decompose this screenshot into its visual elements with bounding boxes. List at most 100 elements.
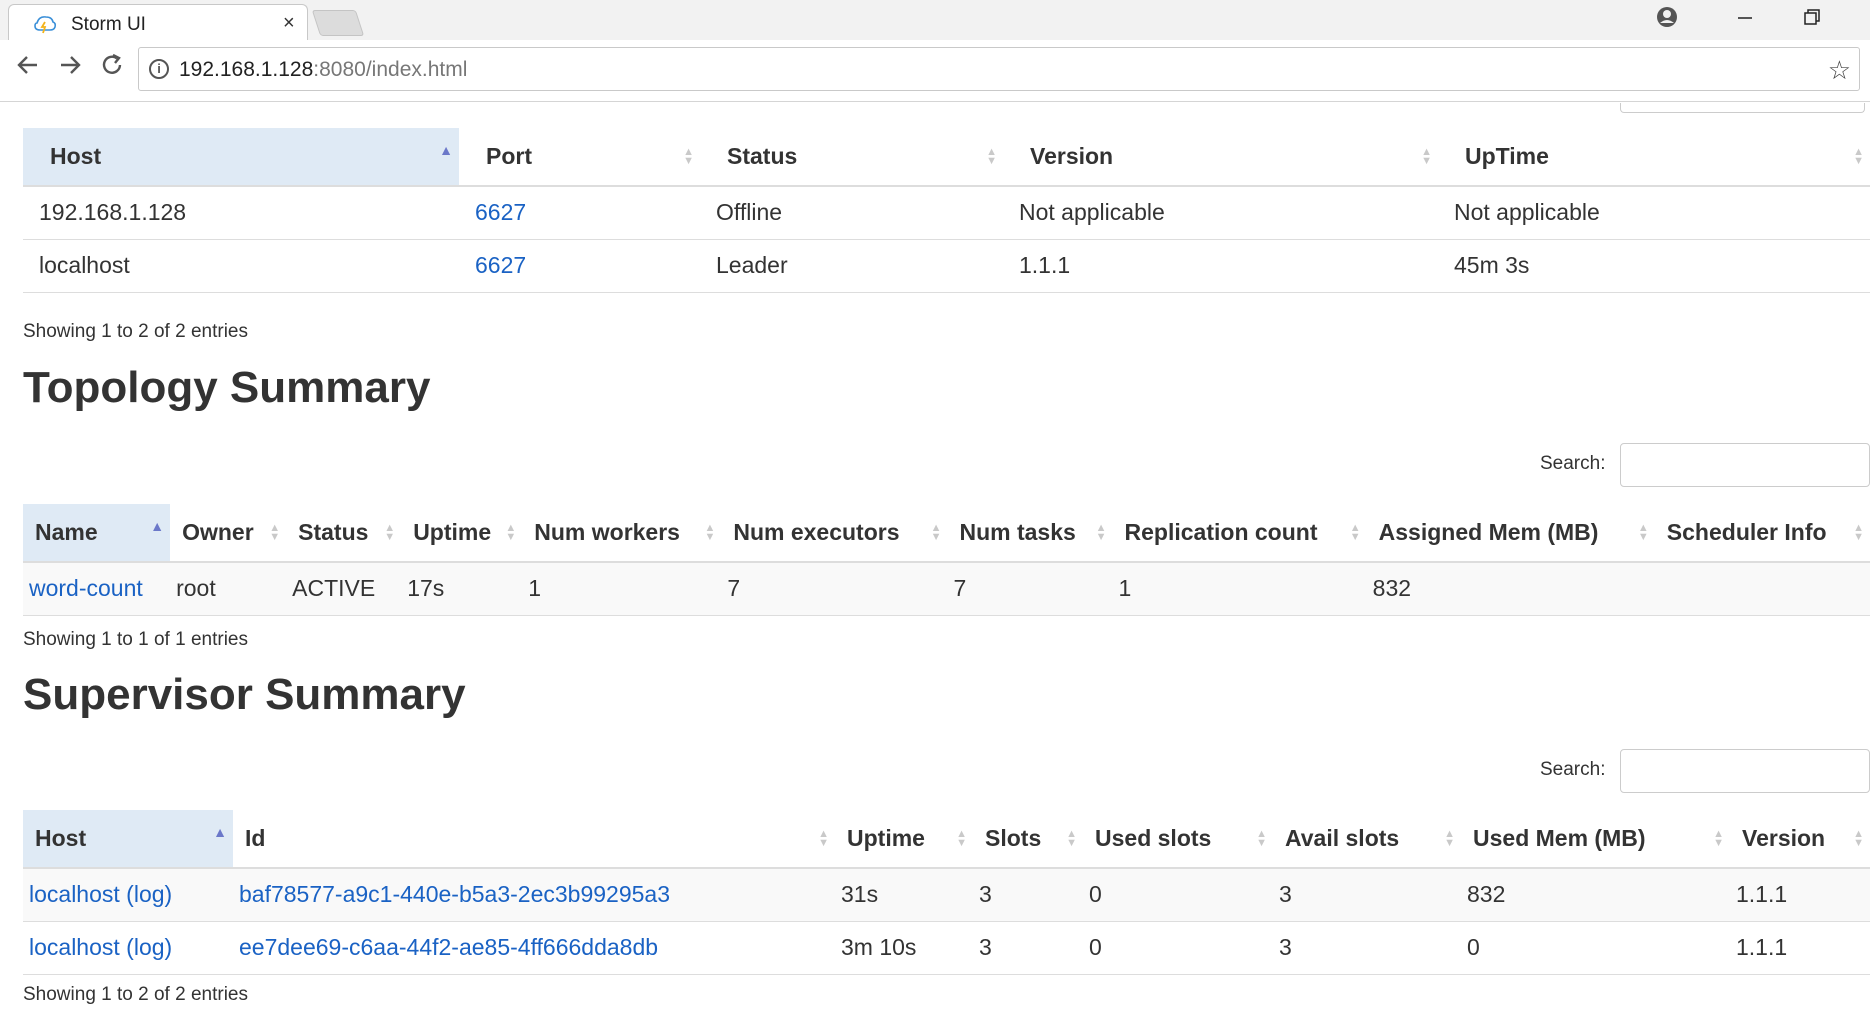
topology-search-input[interactable]	[1620, 443, 1870, 487]
used-slots-cell: 0	[1083, 921, 1273, 975]
supervisor-summary-title: Supervisor Summary	[23, 670, 466, 719]
browser-tabstrip: Storm UI ×	[0, 0, 1870, 41]
column-header-assigned-mem[interactable]: Assigned Mem (MB) ▲ ▼	[1366, 504, 1655, 563]
log-link[interactable]: (log)	[126, 934, 172, 960]
forward-icon[interactable]	[54, 52, 86, 84]
host-cell: localhost	[23, 239, 459, 293]
host-cell: 192.168.1.128	[23, 186, 459, 240]
reload-icon[interactable]	[96, 52, 128, 84]
storm-favicon-icon	[34, 16, 57, 34]
sort-icon: ▲ ▼	[1095, 521, 1107, 543]
sort-icon: ▲ ▼	[683, 145, 694, 167]
sort-icon: ▲ ▼	[269, 521, 281, 543]
supervisor-id-link[interactable]: baf78577-a9c1-440e-b5a3-2ec3b99295a3	[239, 881, 670, 907]
used-mem-cell: 832	[1461, 868, 1730, 922]
column-header-used-mem[interactable]: Used Mem (MB) ▲ ▼	[1461, 810, 1730, 869]
scheduler-info-cell	[1654, 562, 1870, 616]
log-link[interactable]: (log)	[126, 881, 172, 907]
table-row: word-count root ACTIVE 17s 1 7 7 1 832	[23, 562, 1870, 616]
num-executors-cell: 7	[721, 562, 948, 616]
sort-asc-icon: ▲	[150, 518, 165, 534]
nimbus-table-info: Showing 1 to 2 of 2 entries	[23, 321, 248, 342]
sort-asc-icon: ▲	[439, 142, 453, 158]
browser-tab[interactable]: Storm UI ×	[8, 4, 308, 41]
sort-asc-icon: ▲	[213, 824, 227, 840]
site-info-icon[interactable]: i	[149, 59, 169, 79]
column-header-num-tasks[interactable]: Num tasks ▲ ▼	[947, 504, 1113, 563]
replication-count-cell: 1	[1112, 562, 1367, 616]
sort-icon: ▲ ▼	[704, 521, 716, 543]
column-header-status[interactable]: Status ▲ ▼	[286, 504, 402, 563]
table-row: localhost (log) baf78577-a9c1-440e-b5a3-…	[23, 868, 1870, 922]
supervisor-search-input[interactable]	[1620, 749, 1870, 793]
uptime-cell: 45m 3s	[1438, 239, 1870, 293]
uptime-cell: Not applicable	[1438, 186, 1870, 240]
column-header-num-executors[interactable]: Num executors ▲ ▼	[721, 504, 948, 563]
browser-toolbar: i 192.168.1.128:8080/index.html ☆	[0, 40, 1870, 102]
host-link[interactable]: localhost	[29, 881, 120, 907]
sort-icon: ▲ ▼	[1853, 145, 1864, 167]
restore-icon[interactable]	[1797, 6, 1827, 32]
sort-icon: ▲ ▼	[930, 521, 942, 543]
topology-summary-table: Name ▲ Owner ▲ ▼ Status ▲ ▼ Uptime ▲ ▼ Num work…	[23, 504, 1870, 616]
assigned-mem-cell: 832	[1366, 562, 1655, 616]
column-header-uptime[interactable]: Uptime ▲ ▼	[835, 810, 973, 869]
tab-title: Storm UI	[71, 14, 146, 35]
address-bar[interactable]: i 192.168.1.128:8080/index.html ☆	[138, 47, 1860, 91]
column-header-avail-slots[interactable]: Avail slots ▲ ▼	[1273, 810, 1461, 869]
column-header-replication-count[interactable]: Replication count ▲ ▼	[1112, 504, 1367, 563]
new-tab-button[interactable]	[311, 10, 365, 36]
sort-icon: ▲ ▼	[1853, 521, 1864, 543]
sort-icon: ▲ ▼	[1066, 827, 1077, 849]
status-cell: Leader	[700, 239, 1003, 293]
uptime-cell: 3m 10s	[835, 921, 973, 975]
uptime-cell: 17s	[401, 562, 523, 616]
column-header-uptime[interactable]: Uptime ▲ ▼	[401, 504, 523, 563]
tab-close-icon[interactable]: ×	[283, 12, 295, 35]
topology-table-info: Showing 1 to 1 of 1 entries	[23, 629, 248, 650]
avail-slots-cell: 3	[1273, 921, 1461, 975]
column-header-owner[interactable]: Owner ▲ ▼	[170, 504, 287, 563]
supervisor-summary-table: Host ▲ Id ▲ ▼ Uptime ▲ ▼ Slots ▲ ▼ Used slots ▲ ▼…	[23, 810, 1870, 975]
topology-summary-title: Topology Summary	[23, 363, 431, 412]
supervisor-table-info: Showing 1 to 2 of 2 entries	[23, 984, 248, 1005]
num-workers-cell: 1	[522, 562, 722, 616]
nimbus-summary-table: Host ▲ Port ▲ ▼ Status ▲ ▼ Version ▲ ▼ UpTime ▲ ▼…	[23, 128, 1870, 293]
avail-slots-cell: 3	[1273, 868, 1461, 922]
back-icon[interactable]	[12, 52, 44, 84]
column-header-scheduler-info[interactable]: Scheduler Info ▲ ▼	[1654, 504, 1870, 563]
sort-icon: ▲ ▼	[1256, 827, 1267, 849]
column-header-name[interactable]: Name ▲	[23, 504, 171, 563]
supervisor-id-link[interactable]: ee7dee69-c6aa-44f2-ae85-4ff666dda8db	[239, 934, 658, 960]
uptime-cell: 31s	[835, 868, 973, 922]
column-header-used-slots[interactable]: Used slots ▲ ▼	[1083, 810, 1273, 869]
url-text: 192.168.1.128:8080/index.html	[179, 58, 468, 81]
profile-icon[interactable]	[1652, 6, 1682, 32]
column-header-host[interactable]: Host ▲	[23, 810, 233, 869]
host-link[interactable]: localhost	[29, 934, 120, 960]
column-header-slots[interactable]: Slots ▲ ▼	[973, 810, 1083, 869]
slots-cell: 3	[973, 921, 1083, 975]
column-header-version[interactable]: Version ▲ ▼	[1730, 810, 1870, 869]
version-cell: 1.1.1	[1003, 239, 1438, 293]
column-header-id[interactable]: Id ▲ ▼	[233, 810, 835, 869]
column-header-host[interactable]: Host ▲	[23, 128, 459, 187]
sort-icon: ▲ ▼	[818, 827, 829, 849]
column-header-version[interactable]: Version ▲ ▼	[1003, 128, 1438, 187]
sort-icon: ▲ ▼	[1637, 521, 1649, 543]
column-header-port[interactable]: Port ▲ ▼	[459, 128, 700, 187]
used-slots-cell: 0	[1083, 868, 1273, 922]
minimize-icon[interactable]	[1730, 6, 1760, 32]
port-link[interactable]: 6627	[475, 252, 526, 278]
sort-icon: ▲ ▼	[1349, 521, 1361, 543]
version-cell: 1.1.1	[1730, 921, 1870, 975]
column-header-uptime[interactable]: UpTime ▲ ▼	[1438, 128, 1870, 187]
table-row: 192.168.1.128 6627 Offline Not applicabl…	[23, 186, 1870, 240]
bookmark-star-icon[interactable]: ☆	[1828, 55, 1851, 86]
topology-name-link[interactable]: word-count	[29, 575, 143, 601]
column-header-num-workers[interactable]: Num workers ▲ ▼	[522, 504, 722, 563]
table-row: localhost (log) ee7dee69-c6aa-44f2-ae85-…	[23, 921, 1870, 975]
search-input-nimbus[interactable]	[1620, 103, 1865, 113]
column-header-status[interactable]: Status ▲ ▼	[700, 128, 1003, 187]
port-link[interactable]: 6627	[475, 199, 526, 225]
